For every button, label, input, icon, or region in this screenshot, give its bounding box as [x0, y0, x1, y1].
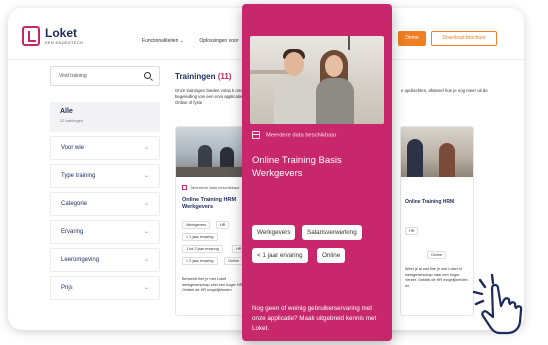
- loket-logo-icon[interactable]: [22, 26, 40, 46]
- screenshot-stage: Loket EEN ENDEDTECH Functionaliteiten ⌄ …: [0, 0, 548, 345]
- page-title-text: Trainingen: [175, 72, 216, 81]
- featured-card-title[interactable]: Online Training Basis Werkgevers: [252, 154, 384, 180]
- tag-ervaring: < 1 jaar ervaring: [252, 248, 308, 263]
- chevron-down-icon: ⌄: [143, 285, 149, 291]
- filter-label: Prijs: [61, 285, 73, 291]
- card-date-text: Meerdere data beschikbaar: [266, 132, 337, 139]
- download-brochure-button[interactable]: Download brochure: [431, 31, 497, 46]
- tag-online: Online: [317, 248, 346, 263]
- card-photo-team: [401, 127, 473, 177]
- filter-leeromgeving[interactable]: Leeromgeving ⌄: [50, 248, 160, 272]
- tag: Werkgevers: [182, 221, 211, 229]
- page-title: Trainingen (11): [175, 72, 231, 81]
- category-all-label: Alle: [60, 108, 73, 115]
- filter-label: Categorie: [61, 201, 88, 207]
- filter-prijs[interactable]: Prijs ⌄: [50, 276, 160, 300]
- tag: > 2 jaar ervaring: [182, 257, 218, 265]
- card-photo-meeting: [176, 127, 250, 177]
- calendar-icon: [182, 185, 187, 191]
- card-photo-colleagues: [250, 36, 384, 124]
- demo-button[interactable]: Demo: [398, 31, 426, 46]
- hand-pointer-cursor-icon: [472, 273, 523, 335]
- card-title[interactable]: Online Training HRM Werkgevers: [182, 197, 248, 211]
- tag: 1 tot 2 jaar ervaring: [182, 245, 223, 253]
- filter-label: Voor wie: [61, 145, 85, 151]
- card-date: Meerdere data beschikbaar: [182, 185, 240, 191]
- chevron-down-icon: ⌄: [143, 229, 149, 235]
- training-count: (11): [217, 72, 232, 81]
- tag: Online: [224, 257, 243, 265]
- chevron-down-icon: ⌄: [143, 201, 149, 207]
- training-card-hrm-werkgevers[interactable]: Meerdere data beschikbaar Online Trainin…: [175, 126, 251, 316]
- card-title[interactable]: Online Training HRM: [405, 199, 471, 206]
- card-description: Beheerst fine je met Loket werkgeverscha…: [182, 277, 245, 292]
- tag-werkgevers: Werkgevers: [252, 225, 296, 240]
- search-icon[interactable]: [144, 72, 151, 79]
- filter-voor-wie[interactable]: Voor wie ⌄: [50, 136, 160, 160]
- tag: Online: [427, 251, 446, 259]
- nav-functionaliteiten[interactable]: Functionaliteiten ⌄: [142, 38, 184, 44]
- logo-subtitle: EEN ENDEDTECH: [45, 40, 84, 45]
- tag: HR: [405, 227, 419, 235]
- featured-card-description: Nog geen of weinig gebruikerservaring me…: [252, 305, 377, 332]
- search-placeholder: Vind training: [59, 73, 87, 79]
- filter-ervaring[interactable]: Ervaring ⌄: [50, 220, 160, 244]
- filter-label: Leeromgeving: [61, 257, 100, 263]
- card-description: Weet je al wat fine je met Loket nl werk…: [405, 267, 468, 288]
- training-card-hrm-right[interactable]: Online Training HRM HR Online Weet je al…: [400, 126, 474, 316]
- filter-label: Ervaring: [61, 229, 84, 235]
- calendar-icon: [252, 131, 260, 139]
- intro-text-right: e opdrachten, afwissel hoe je nog meer u…: [401, 88, 488, 93]
- filter-categorie[interactable]: Categorie ⌄: [50, 192, 160, 216]
- chevron-down-icon: ⌄: [143, 257, 149, 263]
- category-all[interactable]: Alle 22 trainingen: [50, 102, 160, 132]
- logo-name[interactable]: Loket: [45, 26, 77, 40]
- chevron-down-icon: ⌄: [143, 173, 149, 179]
- tag: HR: [216, 221, 230, 229]
- tag-salarisverwerking: Salarisverwerking: [302, 225, 362, 240]
- filter-type-training[interactable]: Type training ⌄: [50, 164, 160, 188]
- category-all-count: 22 trainingen: [60, 118, 84, 123]
- featured-training-card[interactable]: Meerdere data beschikbaar Online Trainin…: [242, 4, 392, 341]
- nav-oplossingen[interactable]: Oplossingen voor: [199, 38, 238, 44]
- search-input[interactable]: Vind training: [50, 66, 160, 86]
- chevron-down-icon: ⌄: [143, 145, 149, 151]
- tag: < 1 jaar ervaring: [182, 233, 218, 241]
- filter-label: Type training: [61, 173, 96, 179]
- card-date: Meerdere data beschikbaar: [252, 131, 337, 139]
- card-date-text: Meerdere data beschikbaar: [191, 185, 240, 190]
- main-nav: Functionaliteiten ⌄ Oplossingen voor: [142, 38, 252, 44]
